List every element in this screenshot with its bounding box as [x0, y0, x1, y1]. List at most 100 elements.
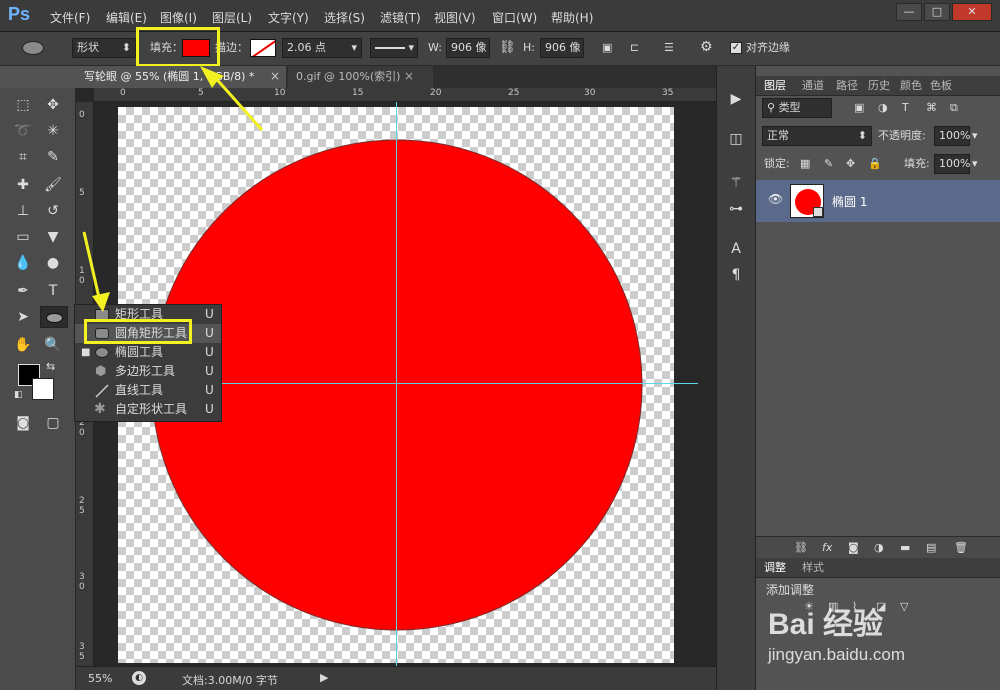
status-info-icon[interactable]: ◐ — [132, 671, 146, 685]
quick-mask-icon[interactable]: ◙ — [12, 412, 34, 434]
tab-document-1[interactable]: 写轮眼 @ 55% (椭圆 1, RGB/8) * — [76, 66, 286, 88]
menu-help[interactable]: 帮助(H) — [551, 9, 593, 26]
width-input[interactable]: 906 像 — [446, 38, 490, 58]
new-adjustment-icon[interactable]: ◑ — [874, 539, 884, 557]
add-mask-icon[interactable]: ◙ — [848, 539, 859, 557]
flyout-item-line[interactable]: 直线工具 U — [75, 381, 221, 400]
chevron-down-icon[interactable]: ▾ — [972, 127, 978, 145]
gear-icon[interactable]: ⚙ — [700, 38, 713, 56]
minimize-button[interactable]: — — [896, 3, 922, 21]
background-color-swatch[interactable] — [32, 378, 54, 400]
magic-wand-icon[interactable]: ✳ — [42, 120, 64, 142]
chevron-down-icon[interactable]: ▾ — [972, 155, 978, 173]
blur-tool-icon[interactable]: 💧 — [12, 252, 34, 274]
lock-image-icon[interactable]: ✎ — [824, 155, 833, 173]
layer-fill-input[interactable]: 100% — [934, 154, 970, 174]
maximize-button[interactable]: □ — [924, 3, 950, 21]
play-actions-icon[interactable]: ▶ — [725, 88, 747, 110]
paragraph-panel-icon[interactable]: ¶ — [725, 264, 747, 286]
path-selection-icon[interactable]: ➤ — [12, 306, 34, 328]
menu-edit[interactable]: 编辑(E) — [106, 9, 147, 26]
brush-presets-icon[interactable]: ⚚ — [725, 172, 747, 194]
history-brush-icon[interactable]: ↺ — [42, 200, 64, 222]
menu-window[interactable]: 窗口(W) — [492, 9, 537, 26]
clone-stamp-icon[interactable]: ⊥ — [12, 200, 34, 222]
flyout-item-polygon[interactable]: ⬢ 多边形工具 U — [75, 362, 221, 381]
pen-tool-icon[interactable]: ✒ — [12, 280, 34, 302]
tab-swatches[interactable]: 色板 — [930, 76, 952, 96]
filter-adjustment-icon[interactable]: ◑ — [878, 99, 888, 117]
tab-history[interactable]: 历史 — [868, 76, 890, 96]
ellipse-tool-preset-icon[interactable] — [22, 41, 44, 55]
menu-filter[interactable]: 滤镜(T) — [380, 9, 421, 26]
crop-tool-icon[interactable]: ⌗ — [12, 146, 34, 168]
filter-shape-icon[interactable]: ⌘ — [926, 99, 937, 117]
path-alignment-icon[interactable]: ⊏ — [630, 39, 639, 57]
trash-icon[interactable]: 🗑 — [954, 539, 968, 557]
brush-tool-icon[interactable]: 🖌 — [42, 174, 64, 196]
tab-layers[interactable]: 图层 — [764, 76, 786, 96]
character-panel-icon[interactable]: A — [725, 238, 747, 260]
lock-transparent-icon[interactable]: ▦ — [800, 155, 810, 173]
move-tool-icon[interactable]: ✥ — [42, 94, 64, 116]
layer-row-ellipse-1[interactable]: 👁 椭圆 1 — [756, 180, 1000, 222]
properties-panel-icon[interactable]: ◫ — [725, 128, 747, 150]
red-circle-shape[interactable] — [151, 139, 643, 631]
menu-type[interactable]: 文字(Y) — [268, 9, 309, 26]
height-input[interactable]: 906 像 — [540, 38, 584, 58]
healing-brush-icon[interactable]: ✚ — [12, 174, 34, 196]
filter-smart-object-icon[interactable]: ⧉ — [950, 99, 958, 117]
ellipse-tool-button[interactable] — [40, 306, 68, 328]
type-tool-icon[interactable]: T — [42, 280, 64, 302]
filter-pixel-icon[interactable]: ▣ — [854, 99, 864, 117]
menu-file[interactable]: 文件(F) — [50, 9, 90, 26]
lock-all-icon[interactable]: 🔒 — [868, 155, 882, 173]
default-colors-icon[interactable]: ◧ — [14, 390, 23, 400]
link-layers-icon[interactable]: ⛓ — [794, 539, 808, 557]
tab-color[interactable]: 颜色 — [900, 76, 922, 96]
eyedropper-icon[interactable]: ✎ — [42, 146, 64, 168]
eye-visibility-icon[interactable]: 👁 — [768, 192, 783, 206]
close-tab-icon[interactable]: × — [404, 69, 414, 83]
zoom-level[interactable]: 55% — [88, 672, 112, 685]
stroke-swatch[interactable] — [250, 39, 276, 57]
tool-presets-icon[interactable]: ⊶ — [725, 198, 747, 220]
new-layer-icon[interactable]: ▤ — [926, 539, 936, 557]
vertical-guide[interactable] — [396, 102, 397, 666]
close-tab-icon[interactable]: × — [270, 69, 280, 83]
tab-adjustments[interactable]: 调整 — [764, 558, 786, 578]
opacity-input[interactable]: 100% — [934, 126, 970, 146]
path-operations-icon[interactable]: ▣ — [602, 39, 612, 57]
tab-paths[interactable]: 路径 — [836, 76, 858, 96]
link-icon[interactable]: ⛓ — [499, 39, 516, 57]
eraser-icon[interactable]: ▭ — [12, 226, 34, 248]
filter-type-icon[interactable]: T — [902, 99, 909, 117]
lasso-tool-icon[interactable]: ➰ — [12, 120, 34, 142]
zoom-tool-icon[interactable]: 🔍 — [42, 334, 64, 356]
hand-tool-icon[interactable]: ✋ — [12, 334, 34, 356]
paint-bucket-icon[interactable]: ▼ — [42, 226, 64, 248]
blend-mode-select[interactable]: 正常 ⬍ — [762, 126, 872, 146]
tool-mode-select[interactable]: 形状 ⬍ — [72, 38, 136, 58]
menu-image[interactable]: 图像(I) — [160, 9, 197, 26]
swap-colors-icon[interactable]: ⇆ — [46, 360, 55, 373]
flyout-item-ellipse[interactable]: ■ 椭圆工具 U — [75, 343, 221, 362]
stroke-type-select[interactable]: ▾ — [370, 38, 418, 58]
tab-channels[interactable]: 通道 — [802, 76, 824, 96]
stroke-width-input[interactable]: 2.06 点 ▾ — [282, 38, 362, 58]
marquee-tool-icon[interactable]: ⬚ — [12, 94, 34, 116]
tab-styles[interactable]: 样式 — [802, 558, 824, 578]
flyout-item-custom-shape[interactable]: ✱ 自定形状工具 U — [75, 400, 221, 419]
align-edges-checkbox[interactable]: ✓ — [730, 42, 742, 54]
screen-mode-icon[interactable]: ▢ — [42, 412, 64, 434]
layer-filter-select[interactable]: ⚲ 类型 — [762, 98, 832, 118]
fx-icon[interactable]: fx — [822, 539, 832, 557]
path-arrangement-icon[interactable]: ☰ — [664, 39, 674, 57]
status-menu-arrow-icon[interactable]: ▶ — [320, 671, 328, 684]
menu-select[interactable]: 选择(S) — [324, 9, 365, 26]
menu-view[interactable]: 视图(V) — [434, 9, 476, 26]
close-button[interactable]: ✕ — [952, 3, 992, 21]
dodge-tool-icon[interactable]: ● — [42, 252, 64, 274]
menu-layer[interactable]: 图层(L) — [212, 9, 252, 26]
lock-position-icon[interactable]: ✥ — [846, 155, 855, 173]
